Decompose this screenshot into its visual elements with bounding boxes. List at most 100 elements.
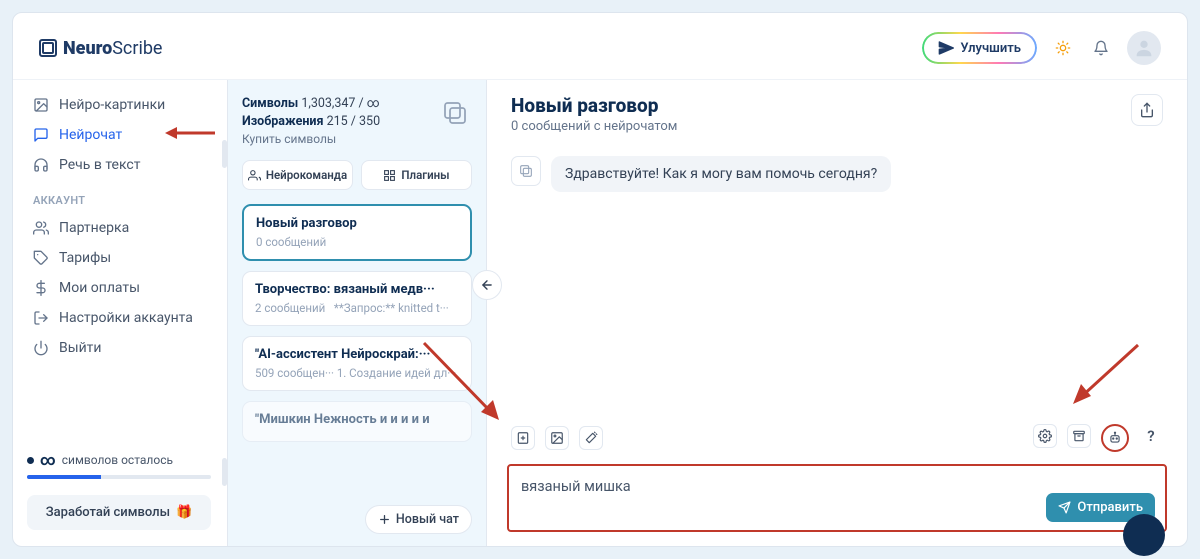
sidebar-item-settings[interactable]: Настройки аккаунта bbox=[23, 303, 215, 333]
chat-header: Новый разговор 0 сообщений с нейрочатом bbox=[487, 80, 1187, 146]
assistant-message: Здравствуйте! Как я могу вам помочь сего… bbox=[551, 156, 891, 192]
conversation-title: Творчество: вязаный медв··· bbox=[255, 282, 459, 297]
conversation-panel: Символы 1,303,347 / ∞ Изображения 215 / … bbox=[227, 80, 487, 546]
sidebar-item-tariffs[interactable]: Тарифы bbox=[23, 243, 215, 273]
users-icon bbox=[33, 220, 49, 236]
sidebar-item-label: Выйти bbox=[59, 340, 102, 356]
sidebar-item-neuro-images[interactable]: Нейро-картинки bbox=[23, 90, 215, 120]
sidebar: Нейро-картинки Нейрочат Речь в текст АКК… bbox=[13, 80, 227, 546]
archive-button[interactable] bbox=[1067, 424, 1091, 448]
logout-icon bbox=[33, 310, 49, 326]
symbols-remaining: ∞ символов осталось bbox=[27, 451, 211, 469]
new-chat-button[interactable]: Новый чат bbox=[365, 505, 472, 534]
tab-label: Плагины bbox=[401, 168, 449, 182]
conversation-title: Новый разговор bbox=[256, 216, 458, 231]
sidebar-item-label: Нейро-картинки bbox=[59, 97, 165, 113]
attach-file-button[interactable] bbox=[511, 426, 535, 450]
gear-icon bbox=[1038, 429, 1052, 443]
archive-icon bbox=[1072, 429, 1086, 443]
collapse-panel-button[interactable] bbox=[472, 270, 502, 300]
improve-button[interactable]: Улучшить bbox=[922, 32, 1037, 64]
chat-subtitle: 0 сообщений с нейрочатом bbox=[511, 119, 677, 134]
sidebar-item-label: Партнерка bbox=[59, 220, 129, 236]
app-window: NeuroScribe Улучшить Нейро-картинки bbox=[12, 12, 1188, 547]
improve-label: Улучшить bbox=[960, 41, 1021, 56]
layers-icon bbox=[518, 163, 534, 179]
assistant-avatar bbox=[511, 156, 541, 186]
file-plus-icon bbox=[516, 431, 530, 445]
chat-icon bbox=[33, 127, 49, 143]
chat-input-area: Отправить bbox=[507, 464, 1167, 532]
power-icon bbox=[33, 340, 49, 356]
headphones-icon bbox=[33, 157, 49, 173]
toolbar-right: ? bbox=[1033, 424, 1163, 452]
tab-neuroteam[interactable]: Нейрокоманда bbox=[242, 160, 353, 190]
conversation-title: "Мишкин Нежность и и и и и bbox=[255, 412, 459, 427]
earn-symbols-label: Заработай символы bbox=[46, 505, 170, 520]
status-dot-icon bbox=[27, 457, 34, 464]
app-logo[interactable]: NeuroScribe bbox=[39, 38, 162, 59]
tab-plugins[interactable]: Плагины bbox=[361, 160, 472, 190]
paper-plane-icon bbox=[938, 40, 954, 56]
sidebar-footer: ∞ символов осталось Заработай символы 🎁 bbox=[23, 441, 215, 546]
images-stat: Изображения 215 / 350 bbox=[242, 114, 472, 129]
chat-title: Новый разговор bbox=[511, 94, 677, 117]
robot-icon bbox=[1108, 431, 1122, 445]
conversation-sub: 2 сообщений **Запрос:** knitted t··· bbox=[255, 301, 459, 315]
arrow-left-icon bbox=[480, 278, 494, 292]
sidebar-item-neurochat[interactable]: Нейрочат bbox=[23, 120, 215, 150]
toolbar-left bbox=[511, 426, 603, 450]
sidebar-item-label: Настройки аккаунта bbox=[59, 310, 193, 326]
robot-button[interactable] bbox=[1101, 424, 1129, 452]
image-icon bbox=[550, 431, 564, 445]
sidebar-item-exit[interactable]: Выйти bbox=[23, 333, 215, 363]
conversation-item[interactable]: Новый разговор 0 сообщений bbox=[242, 204, 472, 261]
sidebar-item-label: Тарифы bbox=[59, 250, 111, 266]
send-label: Отправить bbox=[1077, 500, 1143, 515]
tab-label: Нейрокоманда bbox=[266, 168, 347, 182]
sidebar-item-payments[interactable]: Мои оплаты bbox=[23, 273, 215, 303]
symbols-stat: Символы 1,303,347 / ∞ bbox=[242, 96, 472, 111]
dollar-icon bbox=[33, 280, 49, 296]
conversation-sub: 0 сообщений bbox=[256, 235, 458, 249]
logo-icon bbox=[39, 39, 57, 57]
magic-button[interactable] bbox=[579, 426, 603, 450]
buy-symbols-link[interactable]: Купить символы bbox=[242, 132, 472, 146]
sidebar-item-speech[interactable]: Речь в текст bbox=[23, 150, 215, 180]
symbols-progress bbox=[27, 475, 211, 479]
help-button[interactable]: ? bbox=[1139, 424, 1163, 448]
conversation-item[interactable]: "AI-ассистент Нейроскрай:··· 509 сообщен… bbox=[242, 336, 472, 391]
chat-panel: Новый разговор 0 сообщений с нейрочатом … bbox=[487, 80, 1187, 546]
sidebar-item-affiliate[interactable]: Партнерка bbox=[23, 213, 215, 243]
attach-image-button[interactable] bbox=[545, 426, 569, 450]
logo-text-strong: Neuro bbox=[63, 38, 112, 59]
earn-symbols-button[interactable]: Заработай символы 🎁 bbox=[27, 495, 211, 530]
app-body: Нейро-картинки Нейрочат Речь в текст АКК… bbox=[13, 79, 1187, 546]
logo-text-thin: Scribe bbox=[112, 38, 162, 59]
floating-chat-icon[interactable] bbox=[1123, 514, 1165, 556]
sidebar-item-label: Нейрочат bbox=[59, 127, 122, 143]
wand-icon bbox=[584, 431, 598, 445]
layers-icon bbox=[440, 98, 470, 128]
user-icon bbox=[1133, 37, 1155, 59]
top-actions: Улучшить bbox=[922, 31, 1161, 65]
grid-icon bbox=[383, 169, 396, 182]
notifications-button[interactable] bbox=[1089, 36, 1113, 60]
share-button[interactable] bbox=[1131, 94, 1163, 126]
infinity-icon: ∞ bbox=[40, 451, 56, 469]
sun-icon bbox=[1055, 40, 1071, 56]
topbar: NeuroScribe Улучшить bbox=[13, 31, 1187, 79]
team-icon bbox=[248, 169, 261, 182]
sidebar-item-label: Мои оплаты bbox=[59, 280, 140, 296]
symbols-remaining-label: символов осталось bbox=[62, 453, 173, 467]
conversation-item[interactable]: "Мишкин Нежность и и и и и bbox=[242, 401, 472, 442]
mid-tabs: Нейрокоманда Плагины bbox=[242, 160, 472, 190]
settings-button[interactable] bbox=[1033, 424, 1057, 448]
conversation-sub: 509 сообщен··· 1. Создание идей дл··· bbox=[255, 366, 459, 380]
input-toolbar: ? bbox=[487, 416, 1187, 458]
conversation-item[interactable]: Творчество: вязаный медв··· 2 сообщений … bbox=[242, 271, 472, 326]
avatar[interactable] bbox=[1127, 31, 1161, 65]
message-row: Здравствуйте! Как я могу вам помочь сего… bbox=[511, 156, 1163, 192]
theme-button[interactable] bbox=[1051, 36, 1075, 60]
sidebar-item-label: Речь в текст bbox=[59, 157, 140, 173]
